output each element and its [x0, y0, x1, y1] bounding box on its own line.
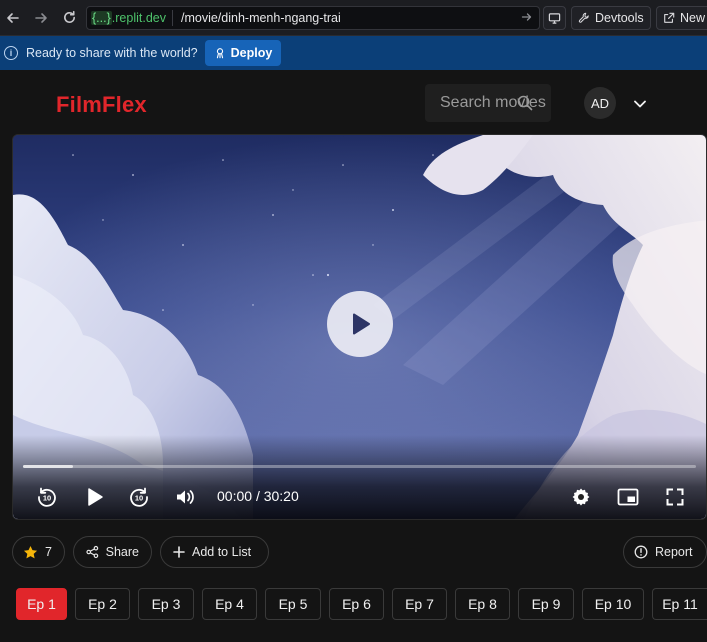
skip-back-button[interactable]: 10 — [35, 485, 59, 509]
episode-button-4[interactable]: Ep 4 — [202, 588, 257, 620]
rating-button[interactable]: 7 — [12, 536, 65, 568]
buffered-track — [23, 465, 73, 468]
volume-icon — [177, 490, 194, 504]
search-icon[interactable] — [517, 95, 533, 116]
episode-button-3[interactable]: Ep 3 — [138, 588, 194, 620]
reload-button[interactable] — [57, 6, 81, 30]
monitor-icon — [548, 12, 561, 24]
url-domain-suffix: .replit.dev — [111, 11, 166, 25]
address-bar[interactable]: {...}.replit.dev /movie/dinh-menh-ngang-… — [86, 6, 540, 30]
search-input[interactable]: Search movies — [425, 84, 551, 122]
duration: 30:20 — [263, 488, 299, 504]
share-button[interactable]: Share — [73, 536, 152, 568]
rating-value: 7 — [45, 545, 52, 559]
picture-in-picture-button[interactable] — [615, 485, 641, 509]
gear-icon — [572, 488, 590, 506]
browser-toolbar: {...}.replit.dev /movie/dinh-menh-ngang-… — [0, 0, 707, 36]
avatar[interactable]: AD — [584, 87, 616, 119]
episode-button-10[interactable]: Ep 10 — [582, 588, 644, 620]
skip-forward-button[interactable]: 10 — [127, 485, 151, 509]
pip-icon — [617, 488, 639, 506]
external-link-icon — [664, 12, 675, 23]
forward-button[interactable] — [29, 6, 53, 30]
new-tab-button[interactable]: New — [656, 6, 707, 30]
site-logo[interactable]: FilmFlex — [56, 92, 147, 118]
episode-button-5[interactable]: Ep 5 — [265, 588, 321, 620]
open-url-icon[interactable] — [521, 11, 533, 26]
episode-button-6[interactable]: Ep 6 — [329, 588, 384, 620]
svg-text:10: 10 — [135, 494, 143, 503]
episode-button-1[interactable]: Ep 1 — [16, 588, 67, 620]
chevron-down-icon[interactable] — [633, 96, 647, 114]
play-icon — [88, 488, 103, 506]
play-icon — [353, 313, 370, 335]
episode-button-9[interactable]: Ep 9 — [518, 588, 574, 620]
deploy-banner: i Ready to share with the world? Deploy — [0, 36, 707, 70]
site-header: FilmFlex Search movies AD — [0, 70, 707, 136]
devtools-button[interactable]: Devtools — [571, 6, 651, 30]
arrow-right-icon — [35, 12, 47, 23]
star-icon — [23, 545, 38, 558]
svg-text:10: 10 — [43, 494, 51, 503]
time-separator: / — [255, 488, 260, 504]
center-play-button[interactable] — [327, 291, 393, 357]
forward-10-icon: 10 — [130, 487, 148, 507]
deploy-icon — [216, 48, 223, 59]
player-controls — [13, 435, 706, 519]
back-button[interactable] — [1, 6, 25, 30]
rewind-10-icon: 10 — [38, 487, 56, 507]
screen-button[interactable] — [543, 6, 566, 30]
deploy-label: Deploy — [230, 46, 273, 60]
plus-icon — [173, 546, 185, 558]
add-to-list-button[interactable]: Add to List — [160, 536, 269, 568]
deploy-button[interactable]: Deploy — [204, 40, 282, 66]
volume-button[interactable] — [173, 485, 197, 509]
episode-button-2[interactable]: Ep 2 — [75, 588, 130, 620]
url-divider — [171, 10, 173, 26]
url-domain: {...}.replit.dev — [87, 11, 166, 25]
add-to-list-label: Add to List — [192, 545, 252, 559]
alert-circle-icon — [634, 545, 648, 559]
wrench-icon — [578, 12, 589, 23]
url-domain-token: {...} — [91, 11, 112, 25]
episode-button-7[interactable]: Ep 7 — [392, 588, 447, 620]
report-button[interactable]: Report — [623, 536, 707, 568]
report-label: Report — [655, 545, 693, 559]
time-display: 00:00 / 30:20 — [217, 488, 299, 504]
url-path: /movie/dinh-menh-ngang-trai — [180, 11, 341, 25]
episode-button-11[interactable]: Ep 11 — [652, 588, 707, 620]
settings-button[interactable] — [569, 485, 593, 509]
arrow-left-icon — [7, 12, 19, 23]
fullscreen-button[interactable] — [663, 485, 687, 509]
share-icon — [86, 545, 99, 559]
reload-icon — [63, 10, 75, 23]
banner-message: Ready to share with the world? — [26, 46, 198, 60]
play-button[interactable] — [83, 485, 107, 509]
progress-bar[interactable] — [23, 465, 696, 468]
devtools-label: Devtools — [595, 11, 644, 25]
info-icon: i — [4, 46, 18, 60]
episode-button-8[interactable]: Ep 8 — [455, 588, 510, 620]
new-tab-label: New — [680, 11, 706, 25]
fullscreen-icon — [666, 488, 684, 506]
video-player[interactable]: 10 10 00:00 / 30:20 — [12, 134, 707, 520]
share-label: Share — [105, 545, 139, 559]
current-time: 00:00 — [217, 488, 253, 504]
